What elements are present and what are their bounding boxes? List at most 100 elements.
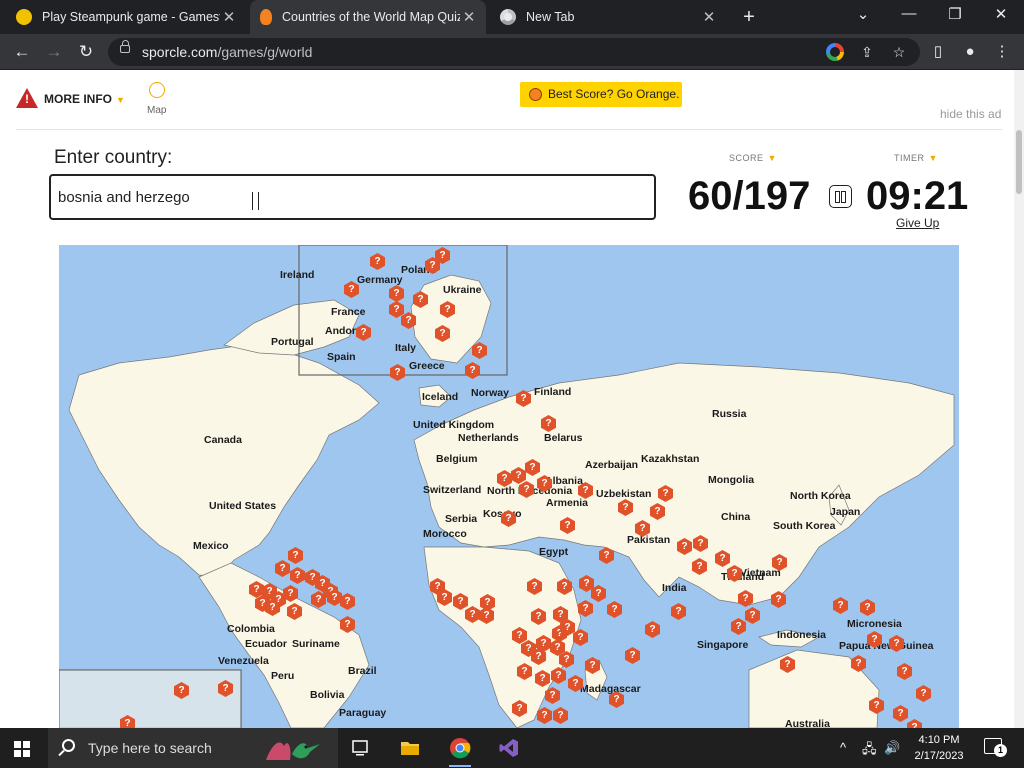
country-label-indonesia: Indonesia <box>777 629 827 641</box>
country-label-micronesia: Micronesia <box>847 618 902 630</box>
timer-value: 09:21 <box>866 174 969 218</box>
country-label-suriname: Suriname <box>292 638 340 650</box>
tab-new-tab[interactable]: New Tab ✕ <box>490 0 726 34</box>
chevron-down-icon: ▼ <box>767 153 777 163</box>
close-window-button[interactable]: ✕ <box>986 5 1016 23</box>
country-label-india: India <box>662 582 687 594</box>
scrollbar-thumb[interactable] <box>1016 130 1022 194</box>
country-label-brazil: Brazil <box>348 665 377 677</box>
back-arrow-icon[interactable]: ← <box>10 40 34 64</box>
notifications-icon[interactable]: 1 <box>984 738 1007 757</box>
tab-close-icon[interactable]: ✕ <box>700 8 718 26</box>
best-score-banner[interactable]: Best Score? Go Orange. <box>520 82 682 107</box>
taskbar-search-placeholder: Type here to search <box>88 740 212 756</box>
header-divider <box>16 129 1002 130</box>
country-label-madagascar: Madagascar <box>580 683 641 695</box>
country-label-venezuela: Venezuela <box>218 655 269 667</box>
tab-search-chevron-icon[interactable]: ⌄ <box>848 5 878 23</box>
country-label-egypt: Egypt <box>539 546 569 558</box>
country-label-germany: Germany <box>357 274 403 286</box>
country-label-italy: Italy <box>395 342 417 354</box>
country-label-pakistan: Pakistan <box>627 534 671 546</box>
country-label-greece: Greece <box>409 360 445 372</box>
system-clock[interactable]: 4:10 PM 2/17/2023 <box>906 732 972 764</box>
chrome-menu-icon[interactable]: ⋮ <box>992 42 1012 62</box>
chrome-favicon-icon <box>500 9 516 25</box>
give-up-link[interactable]: Give Up <box>896 216 939 230</box>
country-label-ireland: Ireland <box>280 269 315 281</box>
country-label-morocco: Morocco <box>423 528 467 540</box>
clock-time: 4:10 PM <box>918 734 960 746</box>
country-label-kazakhstan: Kazakhstan <box>641 453 700 465</box>
country-label-colombia: Colombia <box>227 623 275 635</box>
country-label-north-korea: North Korea <box>790 490 851 502</box>
url-omnibox[interactable]: sporcle.com/games/g/world ⇪ ☆ <box>108 38 920 66</box>
country-label-netherlands: Netherlands <box>458 432 519 444</box>
profile-avatar-icon[interactable]: ● <box>960 42 980 62</box>
timer-label[interactable]: TIMER ▼ <box>894 153 938 163</box>
url-text[interactable]: sporcle.com/games/g/world <box>142 44 312 60</box>
share-icon[interactable]: ⇪ <box>858 43 876 61</box>
country-label-china: China <box>721 511 751 523</box>
text-cursor-icon <box>252 192 259 210</box>
notification-count: 1 <box>994 744 1007 757</box>
google-lens-icon[interactable] <box>826 43 844 61</box>
file-explorer-icon[interactable] <box>399 737 421 759</box>
country-label-belgium: Belgium <box>436 453 478 465</box>
network-icon[interactable]: 🖧 <box>862 740 877 762</box>
tab-countries-quiz[interactable]: Countries of the World Map Quiz ✕ <box>250 0 486 34</box>
warning-icon[interactable]: ! <box>16 88 38 108</box>
country-label-singapore: Singapore <box>697 639 749 651</box>
side-panel-icon[interactable]: ▯ <box>928 42 948 62</box>
windows-start-icon[interactable] <box>14 741 30 757</box>
tab-title: Play Steampunk game - Gamesfl <box>42 10 220 24</box>
score-label[interactable]: SCORE ▼ <box>729 153 777 163</box>
new-tab-button[interactable]: + <box>738 6 760 29</box>
country-label-iceland: Iceland <box>422 391 459 403</box>
visual-studio-icon[interactable] <box>498 737 520 759</box>
map-label[interactable]: Map <box>147 105 166 116</box>
hide-ad-link[interactable]: hide this ad <box>940 107 1001 121</box>
sporcle-favicon-icon <box>260 9 272 25</box>
tab-steampunk[interactable]: Play Steampunk game - Gamesfl ✕ <box>6 0 246 34</box>
country-label-azerbaijan: Azerbaijan <box>585 459 639 471</box>
country-label-australia: Australia <box>785 718 830 728</box>
bookmark-star-icon[interactable]: ☆ <box>890 43 908 61</box>
task-view-icon[interactable] <box>350 737 372 759</box>
gamesflow-favicon-icon <box>16 9 32 25</box>
minimize-button[interactable]: — <box>894 5 924 22</box>
chrome-taskbar-icon[interactable] <box>449 737 471 767</box>
page-scrollbar[interactable] <box>1014 70 1024 728</box>
tab-title: Countries of the World Map Quiz <box>282 10 460 24</box>
tab-title: New Tab <box>526 10 575 24</box>
country-label-ecuador: Ecuador <box>245 638 288 650</box>
tab-close-icon[interactable]: ✕ <box>220 8 238 26</box>
orange-icon <box>529 88 542 101</box>
country-label-russia: Russia <box>712 408 747 420</box>
chevron-down-icon: ▼ <box>928 153 938 163</box>
sporcle-page: ! MORE INFO ▼ Map Best Score? Go Orange. … <box>0 70 1014 728</box>
chevron-down-icon: ▼ <box>116 95 125 105</box>
country-label-ukraine: Ukraine <box>443 284 482 296</box>
country-label-papua-new-guinea: Papua New Guinea <box>839 640 934 652</box>
country-label-armenia: Armenia <box>546 497 589 509</box>
restore-button[interactable]: ❐ <box>940 5 970 23</box>
country-answer-input[interactable] <box>49 174 656 220</box>
reload-icon[interactable]: ↻ <box>74 40 98 64</box>
country-label-peru: Peru <box>271 670 295 682</box>
country-label-serbia: Serbia <box>445 513 478 525</box>
pause-button[interactable] <box>829 185 852 208</box>
globe-map-icon[interactable] <box>149 82 165 98</box>
hummingbird-search-highlight-icon[interactable] <box>262 734 332 764</box>
forward-arrow-icon[interactable]: → <box>42 40 66 64</box>
country-label-canada: Canada <box>204 434 242 446</box>
tab-close-icon[interactable]: ✕ <box>460 8 478 26</box>
windows-taskbar: Type here to search ^ 🖧 🔊 4:10 PM 2/17/2… <box>0 728 1024 768</box>
country-label-switzerland: Switzerland <box>423 484 482 496</box>
lock-icon[interactable] <box>120 40 130 53</box>
world-map[interactable]: Ireland Poland Germany Ukraine France Andorra… <box>59 245 959 728</box>
enter-country-label: Enter country: <box>54 147 173 168</box>
volume-icon[interactable]: 🔊 <box>884 740 900 756</box>
show-hidden-icons-chevron-icon[interactable]: ^ <box>840 740 846 755</box>
more-info-button[interactable]: MORE INFO ▼ <box>44 92 125 106</box>
